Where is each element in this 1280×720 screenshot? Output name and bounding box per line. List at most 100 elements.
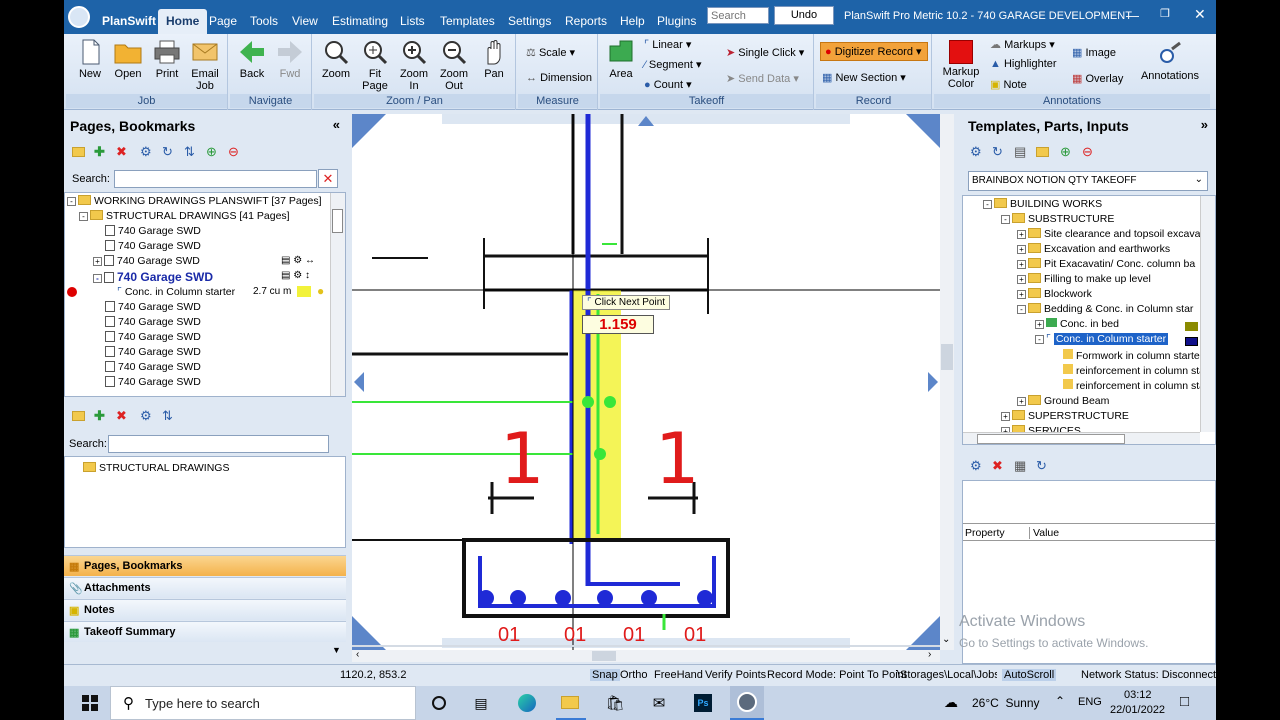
minimize-icon[interactable]: — <box>1126 8 1139 23</box>
delete-icon[interactable]: ✖ <box>116 408 127 424</box>
tree-row-page-active[interactable]: - 740 Garage SWD <box>93 270 213 284</box>
collapse-left-icon[interactable]: « <box>333 117 340 132</box>
add-icon[interactable]: ✚ <box>94 144 105 160</box>
tree-row-working-drawings[interactable]: - WORKING DRAWINGS PLANSWIFT [37 Pages] <box>67 195 322 207</box>
annotations-button[interactable]: Annotations <box>1138 40 1202 82</box>
canvas-vscroll-thumb[interactable] <box>941 344 953 370</box>
linear-button[interactable]: ⌜ Linear ▾ <box>644 38 691 51</box>
fit-page-button[interactable]: Fit Page <box>357 38 393 92</box>
refresh-icon[interactable]: ↻ <box>992 144 1003 160</box>
bookmarks-search-input[interactable] <box>108 435 329 453</box>
page-options-icon[interactable]: ▤ ⚙ ↔ <box>281 255 315 266</box>
collapse-icon[interactable]: ⊖ <box>1082 144 1093 160</box>
segment-button[interactable]: ⁄ Segment ▾ <box>644 58 702 71</box>
menu-reports[interactable]: Reports <box>565 14 607 28</box>
tree-row-page[interactable]: +740 Garage SWD <box>93 255 200 267</box>
gear-icon[interactable]: ⚙ <box>970 458 982 474</box>
area-button[interactable]: Area <box>604 38 638 80</box>
menu-settings[interactable]: Settings <box>508 14 551 28</box>
expand-node-icon[interactable]: + <box>1017 290 1026 299</box>
pan-button[interactable]: Pan <box>476 38 512 80</box>
forward-button[interactable]: Fwd <box>272 38 308 80</box>
add-icon[interactable]: ✚ <box>94 408 105 424</box>
tree-row-part-selected[interactable]: - ⌜ Conc. in Column starter <box>1035 333 1169 345</box>
task-view-icon[interactable]: ▤ <box>466 686 496 720</box>
sort-icon[interactable]: ⇅ <box>162 408 173 424</box>
collapse-node-icon[interactable]: - <box>93 274 102 283</box>
tree-row-page[interactable]: 740 Garage SWD <box>105 376 201 388</box>
expand-node-icon[interactable]: + <box>1001 412 1010 421</box>
markups-button[interactable]: ☁ Markups ▾ <box>990 38 1055 51</box>
clock-time[interactable]: 03:12 <box>1124 689 1152 701</box>
delete-icon[interactable]: ✖ <box>116 144 127 160</box>
back-button[interactable]: Back <box>234 38 270 80</box>
tab-attachments[interactable]: 📎 Attachments <box>64 577 346 598</box>
gear-icon[interactable]: ⚙ <box>970 144 982 160</box>
tree-row-page[interactable]: 740 Garage SWD <box>105 316 201 328</box>
refresh-icon[interactable]: ↻ <box>1036 458 1047 474</box>
pages-search-input[interactable] <box>114 170 317 188</box>
digitizer-record-button[interactable]: ● Digitizer Record ▾ <box>820 42 928 61</box>
email-job-button[interactable]: Email Job <box>186 38 224 92</box>
tab-takeoff-summary[interactable]: ▦ Takeoff Summary <box>64 621 346 642</box>
taskbar-search-box[interactable]: ⚲ Type here to search <box>110 686 416 720</box>
new-button[interactable]: New <box>72 38 108 80</box>
tab-notes[interactable]: ▣ Notes <box>64 599 346 620</box>
drawing-canvas[interactable]: 1 1 01 01 01 01 ⌜ Click Next Point 1.159 <box>352 114 940 650</box>
cortana-icon[interactable] <box>424 686 454 720</box>
tree-row-folder[interactable]: + Pit Exacavatin/ Conc. column ba <box>1017 258 1195 270</box>
store-icon[interactable]: 🛍 <box>600 686 630 720</box>
tree-row-folder[interactable]: - Bedding & Conc. in Column star <box>1017 303 1193 315</box>
tray-chevron-icon[interactable]: ⌃ <box>1055 694 1065 708</box>
weather-text[interactable]: 26°C Sunny <box>972 696 1040 710</box>
scroll-right-icon[interactable]: › <box>928 649 931 660</box>
tree-row-part[interactable]: + Conc. in bed <box>1035 318 1119 330</box>
file-explorer-icon[interactable] <box>556 686 586 720</box>
tree-row-item[interactable]: Formwork in column starter <box>1063 349 1203 362</box>
tab-pages-bookmarks[interactable]: ▦ Pages, Bookmarks <box>64 555 346 576</box>
collapse-node-icon[interactable]: - <box>1035 335 1044 344</box>
menu-page[interactable]: Page <box>209 14 237 28</box>
tree-row-building-works[interactable]: - BUILDING WORKS <box>983 198 1102 210</box>
tree-row-page[interactable]: 740 Garage SWD <box>105 301 201 313</box>
tree-row-structural-drawings[interactable]: STRUCTURAL DRAWINGS <box>83 462 229 474</box>
open-button[interactable]: Open <box>110 38 146 80</box>
scroll-down-icon[interactable]: ⌄ <box>942 634 950 645</box>
planswift-taskbar-icon[interactable] <box>730 686 764 720</box>
undo-button[interactable]: Undo <box>774 6 834 25</box>
expand-right-icon[interactable]: » <box>1201 117 1208 132</box>
tree-row-page[interactable]: 740 Garage SWD <box>105 240 201 252</box>
expand-node-icon[interactable]: + <box>1035 320 1044 329</box>
tree-row-folder[interactable]: + Excavation and earthworks <box>1017 243 1170 255</box>
expand-node-icon[interactable]: + <box>1017 275 1026 284</box>
tree-row-page[interactable]: 740 Garage SWD <box>105 331 201 343</box>
right-tree-hscroll-thumb[interactable] <box>977 434 1125 444</box>
send-data-button[interactable]: ➤ Send Data ▾ <box>726 72 799 85</box>
canvas-vscroll[interactable] <box>940 114 954 650</box>
start-button[interactable] <box>72 686 108 720</box>
tree-row-page[interactable]: 740 Garage SWD <box>105 225 201 237</box>
photoshop-icon[interactable]: Ps <box>688 686 718 720</box>
close-icon[interactable]: ✕ <box>1194 6 1206 23</box>
gear-icon[interactable]: ⚙ <box>140 408 152 424</box>
expand-icon[interactable]: ⊕ <box>206 144 217 160</box>
expand-node-icon[interactable]: + <box>93 257 102 266</box>
folder-icon[interactable] <box>1036 147 1049 157</box>
expand-node-icon[interactable]: + <box>1017 397 1026 406</box>
search-input[interactable] <box>707 7 769 24</box>
tree-row-item[interactable]: reinforcement in column sta <box>1063 364 1205 377</box>
status-verify-points[interactable]: Verify Points <box>705 669 766 681</box>
tree-row-folder[interactable]: + Blockwork <box>1017 288 1092 300</box>
image-button[interactable]: ▦ Image <box>1072 46 1116 59</box>
note-button[interactable]: ▣ Note <box>990 78 1027 91</box>
expand-icon[interactable]: ⊕ <box>1060 144 1071 160</box>
table-icon[interactable]: ▦ <box>1014 458 1026 474</box>
dimension-button[interactable]: ↔ Dimension <box>526 72 592 84</box>
tree-row-page[interactable]: 740 Garage SWD <box>105 361 201 373</box>
template-icon[interactable]: ▤ <box>1014 144 1026 160</box>
single-click-button[interactable]: ➤ Single Click ▾ <box>726 46 804 59</box>
status-ortho[interactable]: Ortho <box>620 669 648 681</box>
gear-icon[interactable]: ⚙ <box>140 144 152 160</box>
folder-icon[interactable] <box>72 147 85 157</box>
notification-icon[interactable]: □ <box>1180 693 1189 710</box>
